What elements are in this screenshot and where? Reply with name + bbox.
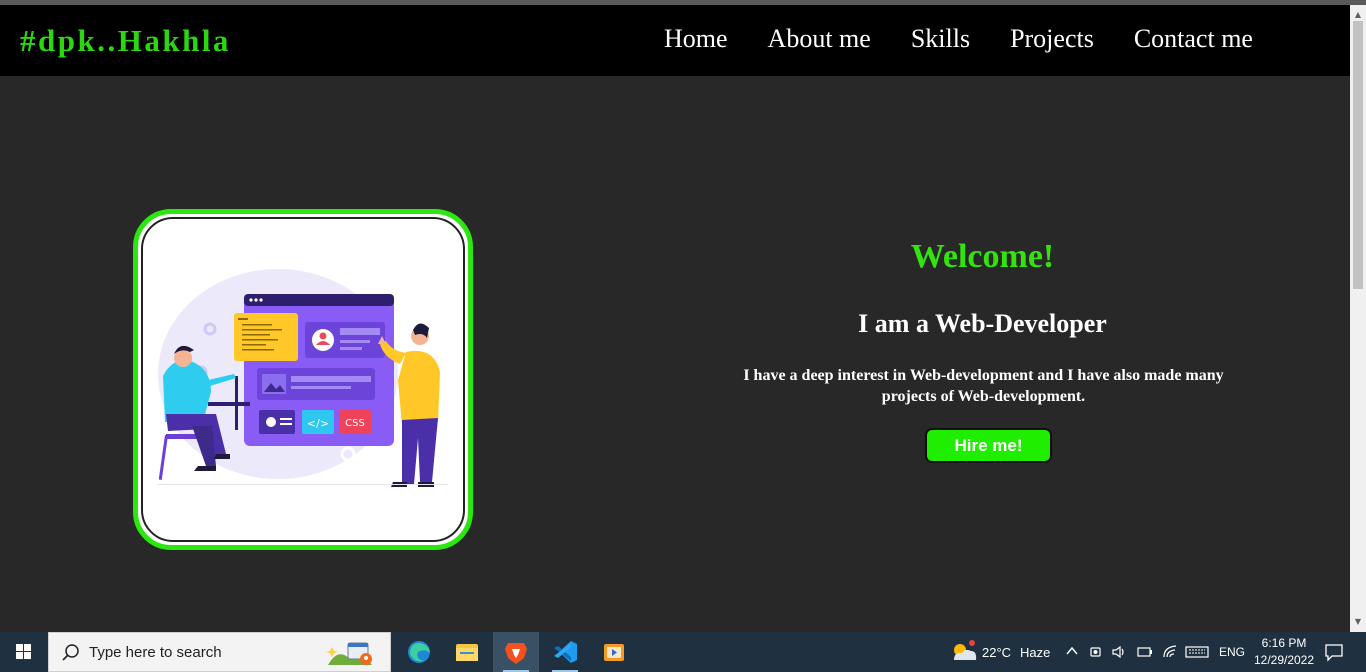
nav-projects[interactable]: Projects xyxy=(1010,24,1094,54)
nav-links: Home About me Skills Projects Contact me xyxy=(664,24,1293,54)
css-badge-label: CSS xyxy=(345,418,365,429)
meet-now-icon[interactable] xyxy=(1089,644,1103,660)
volume-icon[interactable] xyxy=(1111,644,1127,660)
windows-start-icon[interactable] xyxy=(0,632,48,672)
page-scrollbar[interactable]: ▲ ▼ xyxy=(1350,5,1366,632)
battery-icon[interactable] xyxy=(1136,644,1154,660)
weather-condition[interactable]: Haze xyxy=(1020,645,1050,672)
language-indicator[interactable]: ENG xyxy=(1219,645,1245,672)
search-highlight-icon xyxy=(326,642,372,665)
role-heading: I am a Web-Developer xyxy=(858,309,1107,338)
hero-image-frame: </> CSS xyxy=(133,209,473,550)
keyboard-icon[interactable] xyxy=(1185,644,1209,660)
vscode-icon[interactable] xyxy=(542,632,588,672)
nav-about[interactable]: About me xyxy=(768,24,871,54)
search-icon xyxy=(62,644,79,661)
clock-time: 6:16 PM xyxy=(1261,636,1307,650)
developer-illustration: </> CSS xyxy=(158,269,448,487)
file-explorer-icon[interactable] xyxy=(444,632,490,672)
search-placeholder: Type here to search xyxy=(89,644,222,661)
weather-temperature[interactable]: 22°C xyxy=(982,645,1011,672)
notifications-icon[interactable] xyxy=(1324,642,1344,662)
media-player-icon[interactable] xyxy=(591,632,637,672)
chevron-up-icon[interactable] xyxy=(1065,644,1079,658)
navbar: #dpk..Hakhla Home About me Skills Projec… xyxy=(0,5,1350,76)
windows-taskbar: Type here to search 22°C Haze ENG 6:16 P… xyxy=(0,632,1366,672)
wifi-icon[interactable] xyxy=(1162,644,1178,660)
code-badge-label: </> xyxy=(307,417,329,430)
scroll-down-arrow-icon[interactable]: ▼ xyxy=(1350,616,1366,628)
weather-haze-icon[interactable] xyxy=(948,638,978,666)
welcome-heading: Welcome! xyxy=(910,238,1055,275)
scroll-up-arrow-icon[interactable]: ▲ xyxy=(1350,9,1366,21)
clock[interactable]: 6:16 PM 12/29/2022 xyxy=(1245,635,1323,672)
taskbar-search-box[interactable]: Type here to search xyxy=(48,632,391,672)
edge-icon[interactable] xyxy=(396,632,442,672)
brave-icon[interactable] xyxy=(493,632,539,672)
brand-logo[interactable]: #dpk..Hakhla xyxy=(20,23,231,59)
clock-date: 12/29/2022 xyxy=(1253,653,1315,667)
hire-me-button[interactable]: Hire me! xyxy=(925,428,1052,463)
scroll-thumb[interactable] xyxy=(1353,21,1363,289)
intro-paragraph: I have a deep interest in Web-developmen… xyxy=(743,367,1224,405)
nav-skills[interactable]: Skills xyxy=(911,24,970,54)
nav-home[interactable]: Home xyxy=(664,24,728,54)
nav-contact[interactable]: Contact me xyxy=(1134,24,1253,54)
